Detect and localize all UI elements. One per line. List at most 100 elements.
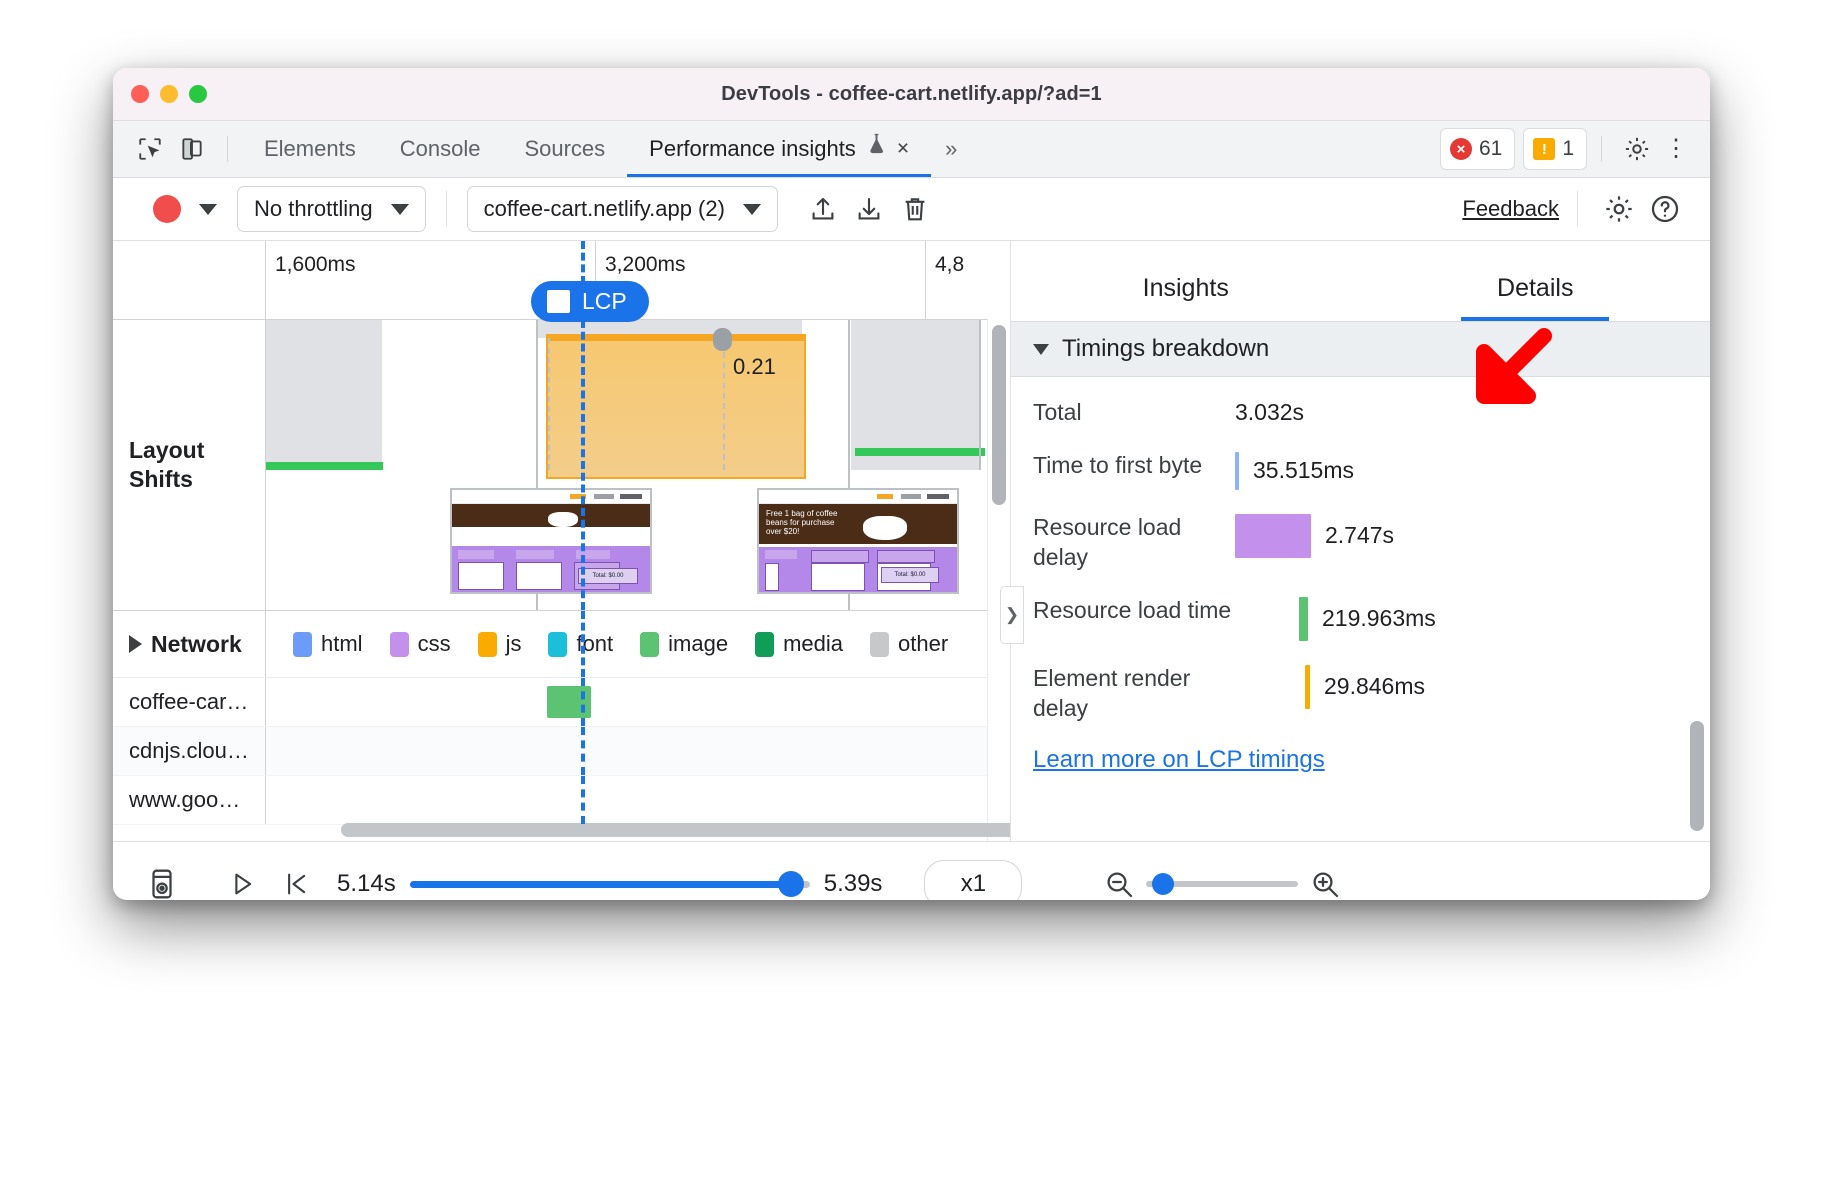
ruler-name-column [113,241,266,319]
playback-speed-button[interactable]: x1 [924,860,1022,900]
track-layout-shifts-name: Layout Shifts [113,436,265,494]
row-divider [265,727,266,775]
timing-row-ttfb: Time to first byte 35.515ms [1033,450,1688,490]
inspect-cursor-icon[interactable] [129,129,171,169]
collapsed-triangle-icon[interactable] [129,635,142,653]
timing-label: Resource load time [1033,595,1235,626]
details-pane: Insights Details Timings breakdown Total… [1011,241,1710,841]
legend-swatch [293,632,312,657]
performance-toolbar: No throttling coffee-cart.netlify.app (2… [113,178,1710,241]
thumb-hero-image [452,504,650,527]
thumb-product [765,563,779,591]
trash-icon[interactable] [892,189,938,229]
tab-details-label: Details [1497,274,1573,302]
thumb-caption [458,550,494,559]
timings-breakdown-header[interactable]: Timings breakdown [1011,322,1710,377]
track-network-header[interactable]: Network html css js [113,611,1010,678]
details-vscrollbar-thumb[interactable] [1690,721,1704,831]
chevron-right-icon[interactable]: ❯ [1000,586,1024,644]
slider-fill [410,881,790,888]
tab-console[interactable]: Console [378,121,503,177]
help-icon[interactable] [1642,189,1688,229]
play-icon[interactable] [215,859,269,900]
close-window-button[interactable] [131,85,149,103]
timing-row-resource-load-delay: Resource load delay 2.747s [1033,512,1688,573]
layout-shift-score: 0.21 [733,354,776,380]
thumb-mug [548,512,578,527]
zoom-slider[interactable] [1146,873,1298,895]
filmstrip-thumbnail[interactable]: Free 1 bag of coffee beans for purchase … [757,488,959,594]
close-tab-icon[interactable]: × [897,121,909,177]
network-request-row[interactable]: coffee-car… [113,678,1010,727]
error-count-label: 61 [1479,137,1502,161]
download-icon[interactable] [846,189,892,229]
zoom-slider-handle[interactable] [1152,873,1174,895]
caret-down-icon[interactable] [1033,344,1049,355]
legend-swatch [390,632,409,657]
time-range-slider[interactable] [410,871,810,897]
record-circle-icon[interactable] [153,195,181,223]
row-divider [265,776,266,824]
thumb-product-grid: Total: $0.00 [759,547,957,592]
window-traffic-lights[interactable] [131,68,207,120]
zoom-in-icon[interactable] [1298,859,1352,900]
learn-more-link[interactable]: Learn more on LCP timings [1011,746,1710,774]
window-titlebar: DevTools - coffee-cart.netlify.app/?ad=1 [113,68,1710,121]
jump-to-start-icon[interactable] [269,859,323,900]
timeline-ruler[interactable]: 1,600ms 3,200ms 4,8 LCP [113,241,1010,320]
kebab-menu-icon[interactable]: ⋮ [1658,137,1694,161]
zoom-out-icon[interactable] [1092,859,1146,900]
network-request-row[interactable]: cdnjs.clou… [113,727,1010,776]
playhead-line [581,678,585,726]
error-count-badge[interactable]: × 61 [1440,128,1515,170]
tab-elements[interactable]: Elements [242,121,378,177]
legend-label: css [418,631,451,657]
lcp-marker-badge[interactable]: LCP [531,281,649,322]
device-toolbar-icon[interactable] [171,129,213,169]
timeline-hscrollbar-thumb[interactable] [341,823,1011,837]
gear-icon[interactable] [1616,129,1658,169]
timeline-vscrollbar-thumb[interactable] [992,325,1006,505]
maximize-window-button[interactable] [189,85,207,103]
minimize-window-button[interactable] [160,85,178,103]
slider-handle[interactable] [778,871,804,897]
gray-activity-block [265,320,382,470]
warning-icon: ! [1533,138,1555,160]
shift-marker-dotted [548,338,550,470]
timing-bar [1305,665,1310,709]
warning-count-badge[interactable]: ! 1 [1523,128,1587,170]
page-select-value: coffee-cart.netlify.app (2) [484,196,725,222]
legend-item-css: css [390,631,451,657]
timeline-vscrollbar-track[interactable] [987,319,1010,841]
legend-item-html: html [293,631,363,657]
tab-performance-insights[interactable]: Performance insights × [627,121,931,177]
range-end-label: 5.39s [824,870,883,898]
network-request-row[interactable]: www.goo… [113,776,1010,825]
layout-shift-handle[interactable] [713,328,732,351]
network-legend: html css js font [293,611,948,677]
feedback-link[interactable]: Feedback [1462,196,1559,222]
track-network-label[interactable]: Network [113,611,266,677]
filmstrip-thumbnail[interactable]: Total: $0.00 [450,488,652,594]
throttling-select[interactable]: No throttling [237,186,426,232]
upload-icon[interactable] [800,189,846,229]
filmstrip-icon[interactable] [135,859,189,900]
record-dropdown-chevron-down-icon[interactable] [199,204,217,215]
timeline-pane: 1,600ms 3,200ms 4,8 LCP Layout Shifts [113,241,1011,841]
tab-insights[interactable]: Insights [1011,274,1361,321]
legend-swatch [870,632,889,657]
more-tabs-icon[interactable]: » [931,136,971,162]
thumb-nav-link [927,494,949,499]
green-segment [855,448,985,456]
track-layout-shifts[interactable]: Layout Shifts 0.21 [113,320,1010,611]
tab-details[interactable]: Details [1361,274,1711,321]
thumb-nav-link [594,494,614,499]
page-select[interactable]: coffee-cart.netlify.app (2) [467,186,778,232]
tab-sources[interactable]: Sources [502,121,627,177]
gear-icon[interactable] [1596,189,1642,229]
playhead-line [581,776,585,824]
thumb-product [458,562,504,590]
timing-row-resource-load-time: Resource load time 219.963ms [1033,595,1688,641]
thumb-cart-total: Total: $0.00 [881,567,939,583]
active-tab-underline [1461,317,1609,321]
